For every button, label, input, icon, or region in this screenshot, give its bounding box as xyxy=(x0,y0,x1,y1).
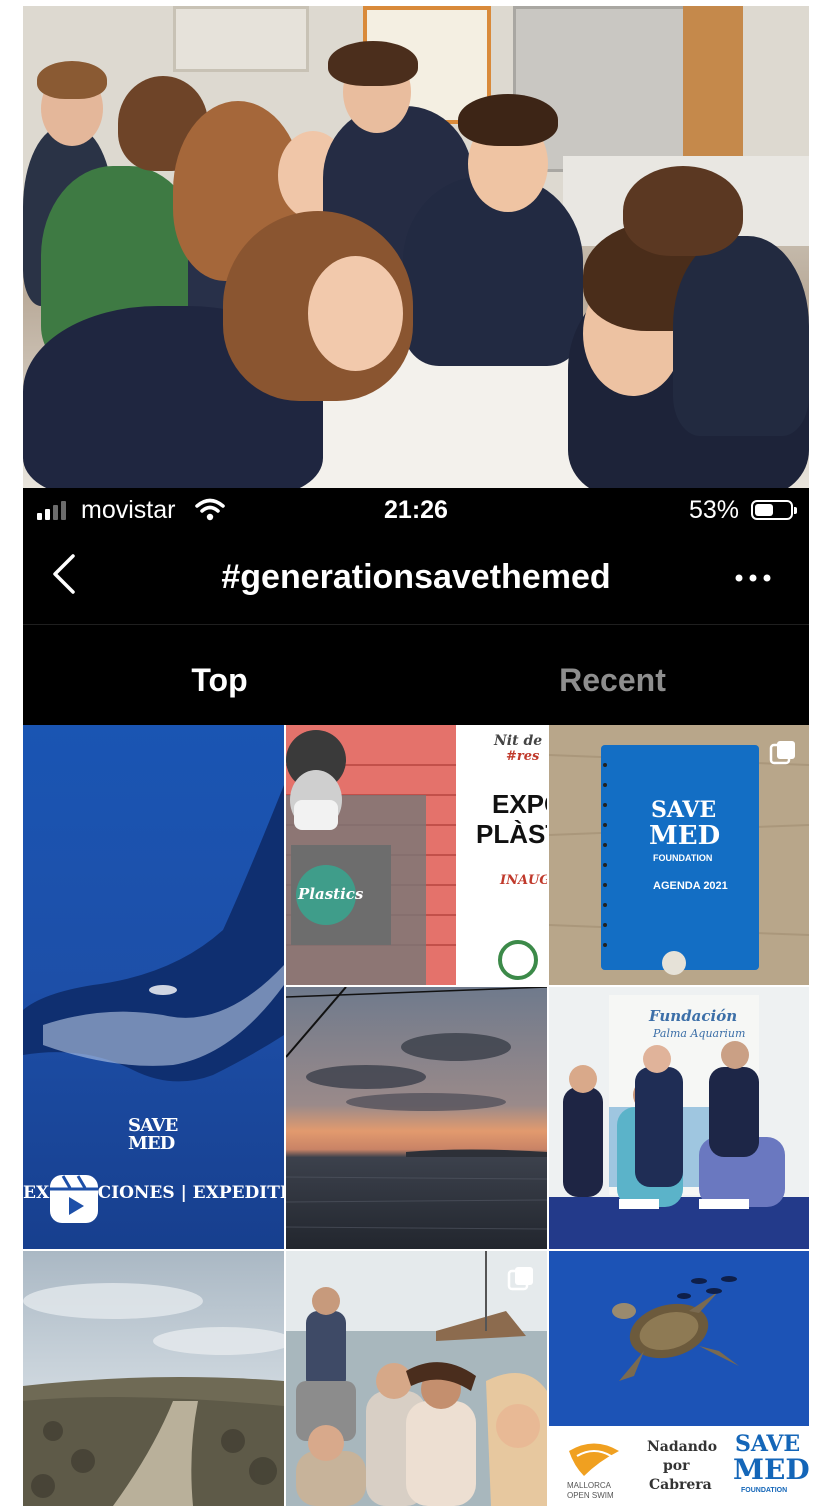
poster-title-2: PLÀSTIC xyxy=(476,819,547,849)
poster-header: Nit de xyxy=(494,733,543,749)
plastics-sign: Plastics xyxy=(298,885,364,903)
agenda-logo-top: SAVE xyxy=(651,797,717,823)
carousel-icon xyxy=(769,741,795,765)
open-swim-logo-2: OPEN SWIM xyxy=(567,1491,614,1500)
more-horizontal-icon[interactable] xyxy=(733,572,773,584)
post-tile-sunset-sea[interactable] xyxy=(286,987,547,1249)
poster-mid-3: Cabrera xyxy=(649,1477,712,1493)
carousel-icon xyxy=(507,1267,533,1291)
plastics-exhibition-image xyxy=(286,725,547,985)
poster-mid-1: Nadando xyxy=(647,1439,718,1455)
sunset-sea-image xyxy=(286,987,547,1249)
agenda-logo-mid: MED xyxy=(649,821,721,851)
coastal-dunes-image xyxy=(23,1251,284,1506)
poster-subtitle: INAUGUR xyxy=(500,873,547,888)
post-tile-agenda-2021[interactable]: SAVE MED FOUNDATION AGENDA 2021 xyxy=(549,725,809,985)
right-logo-bottom: FOUNDATION xyxy=(741,1487,788,1494)
agenda-title: AGENDA 2021 xyxy=(653,880,728,892)
classroom-photo xyxy=(23,6,809,488)
post-tile-turtle-nadando-cabrera[interactable]: MALLORCA OPEN SWIM Nadando por Cabrera S… xyxy=(549,1251,809,1506)
post-tile-plastics-exhibition[interactable]: Nit de #res EXPOS PLÀSTIC INAUGUR Plasti… xyxy=(286,725,547,985)
battery-percent: 53% xyxy=(688,496,739,524)
agenda-foundation: FOUNDATION xyxy=(653,853,713,863)
post-tile-manta-ray-reel[interactable]: SAVE MED EXPEDICIONES | EXPEDITIONS 202 xyxy=(23,725,284,1249)
cellular-signal-icon xyxy=(37,498,66,520)
savemed-logo-mid: MED xyxy=(128,1133,175,1154)
poster-mid-2: por xyxy=(663,1458,690,1474)
post-tile-sailing-group[interactable] xyxy=(286,1251,547,1506)
poster-title-1: EXPOS xyxy=(492,789,547,819)
wifi-icon xyxy=(195,498,225,521)
reels-icon xyxy=(50,1175,98,1223)
top-nav-bar: #generationsavethemed xyxy=(23,532,809,625)
aquarium-banner-2: Palma Aquarium xyxy=(653,1027,746,1040)
open-swim-logo-1: MALLORCA xyxy=(567,1481,612,1490)
tab-bar: Top Recent xyxy=(23,624,809,724)
battery-icon xyxy=(751,500,797,520)
poster-hashtag: #res xyxy=(506,749,540,764)
tab-recent[interactable]: Recent xyxy=(416,624,809,724)
instagram-hashtag-screen: movistar 21:26 53% #generationsavethemed… xyxy=(23,488,809,1506)
post-tile-coastal-dunes[interactable] xyxy=(23,1251,284,1506)
carrier-name: movistar xyxy=(81,496,176,524)
page-title: #generationsavethemed xyxy=(221,558,611,596)
manta-ray-image xyxy=(23,725,284,1249)
tab-top[interactable]: Top xyxy=(23,624,416,724)
post-tile-palma-aquarium-signing[interactable]: Fundación Palma Aquarium xyxy=(549,987,809,1249)
post-grid: SAVE MED EXPEDICIONES | EXPEDITIONS 202 xyxy=(23,725,809,1506)
right-logo-mid: MED xyxy=(733,1453,809,1486)
status-bar: movistar 21:26 53% xyxy=(23,488,809,532)
aquarium-banner-1: Fundación xyxy=(649,1007,738,1025)
